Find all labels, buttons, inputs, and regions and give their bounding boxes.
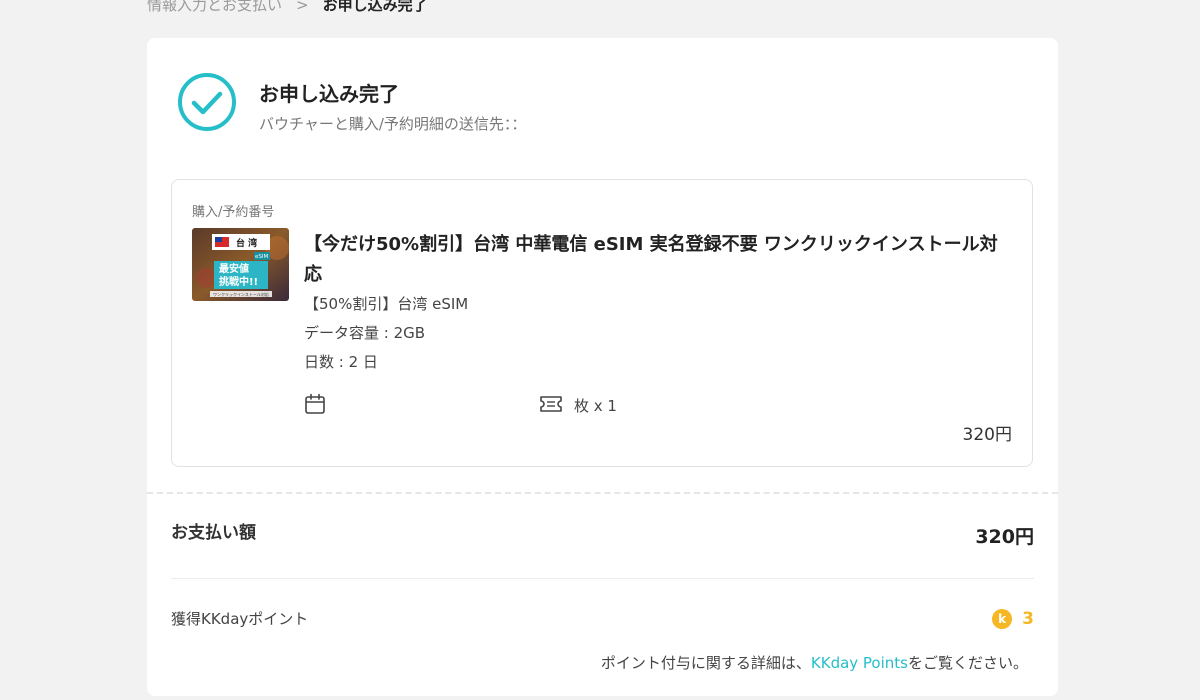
order-meta: 枚 x 1 [304,393,804,417]
success-subtitle: バウチャーと購入/予約明細の送信先：： [259,115,527,133]
payment-divider [171,578,1034,579]
points-note: ポイント付与に関する詳細は、KKday Pointsをご覧ください。 [601,652,1028,673]
order-price: 320円 [962,425,1012,445]
breadcrumb-prev[interactable]: 情報入力とお支払い [147,0,282,15]
product-data-capacity: データ容量 : 2GB [304,324,426,342]
section-divider [147,492,1058,494]
success-title: お申し込み完了 [259,82,399,106]
thumb-flag-text: 台 湾 [236,237,257,249]
thumb-line2: 挑戦中!! [219,275,258,288]
success-header: お申し込み完了 バウチャーと購入/予約明細の送信先：： [177,72,526,134]
points-note-after: をご覧ください。 [907,654,1028,672]
kkday-points-link[interactable]: KKday Points [811,654,908,672]
success-text: お申し込み完了 バウチャーと購入/予約明細の送信先：： [259,72,526,134]
product-thumbnail[interactable]: 台 湾 eSIM 最安値 挑戦中!! ワンクリックインストール対応 [192,228,289,301]
product-info: 【今だけ50%割引】台湾 中華電信 eSIM 実名登録不要 ワンクリックインスト… [304,230,1004,377]
product-package: 【50%割引】台湾 eSIM [304,295,469,313]
ticket-quantity: 枚 x 1 [574,397,617,415]
product-title[interactable]: 【今だけ50%割引】台湾 中華電信 eSIM 実名登録不要 ワンクリックインスト… [304,230,1004,290]
ticket-icon [540,396,562,412]
points-note-before: ポイント付与に関する詳細は、 [600,654,811,672]
product-days: 日数 : 2 日 [304,353,378,371]
payment-amount: 320円 [975,526,1034,548]
check-circle-icon [178,73,236,131]
points-value: k 3 [992,609,1034,629]
points-number: 3 [1022,609,1034,629]
thumb-badge-text: eSIM [255,254,268,260]
breadcrumb-current: お申し込み完了 [322,0,428,14]
payment-label: お支払い額 [171,523,256,543]
thumb-footer: ワンクリックインストール対応 [213,291,269,297]
breadcrumb: 情報入力とお支払い > お申し込み完了 [147,0,428,15]
points-label: 獲得KKdayポイント [171,610,309,628]
kkday-coin-icon: k [992,609,1013,629]
product-thumbnail-image: 台 湾 eSIM 最安値 挑戦中!! ワンクリックインストール対応 [192,228,289,301]
order-number-label: 購入/予約番号 [192,205,275,220]
calendar-icon [305,393,325,414]
breadcrumb-separator: > [296,0,309,14]
confirmation-card: お申し込み完了 バウチャーと購入/予約明細の送信先：： 購入/予約番号 台 湾 … [147,38,1058,696]
thumb-line1: 最安値 [219,262,249,275]
order-summary: 購入/予約番号 台 湾 eSIM 最安値 挑戦中!! ワンクリックインストール対… [171,179,1033,467]
